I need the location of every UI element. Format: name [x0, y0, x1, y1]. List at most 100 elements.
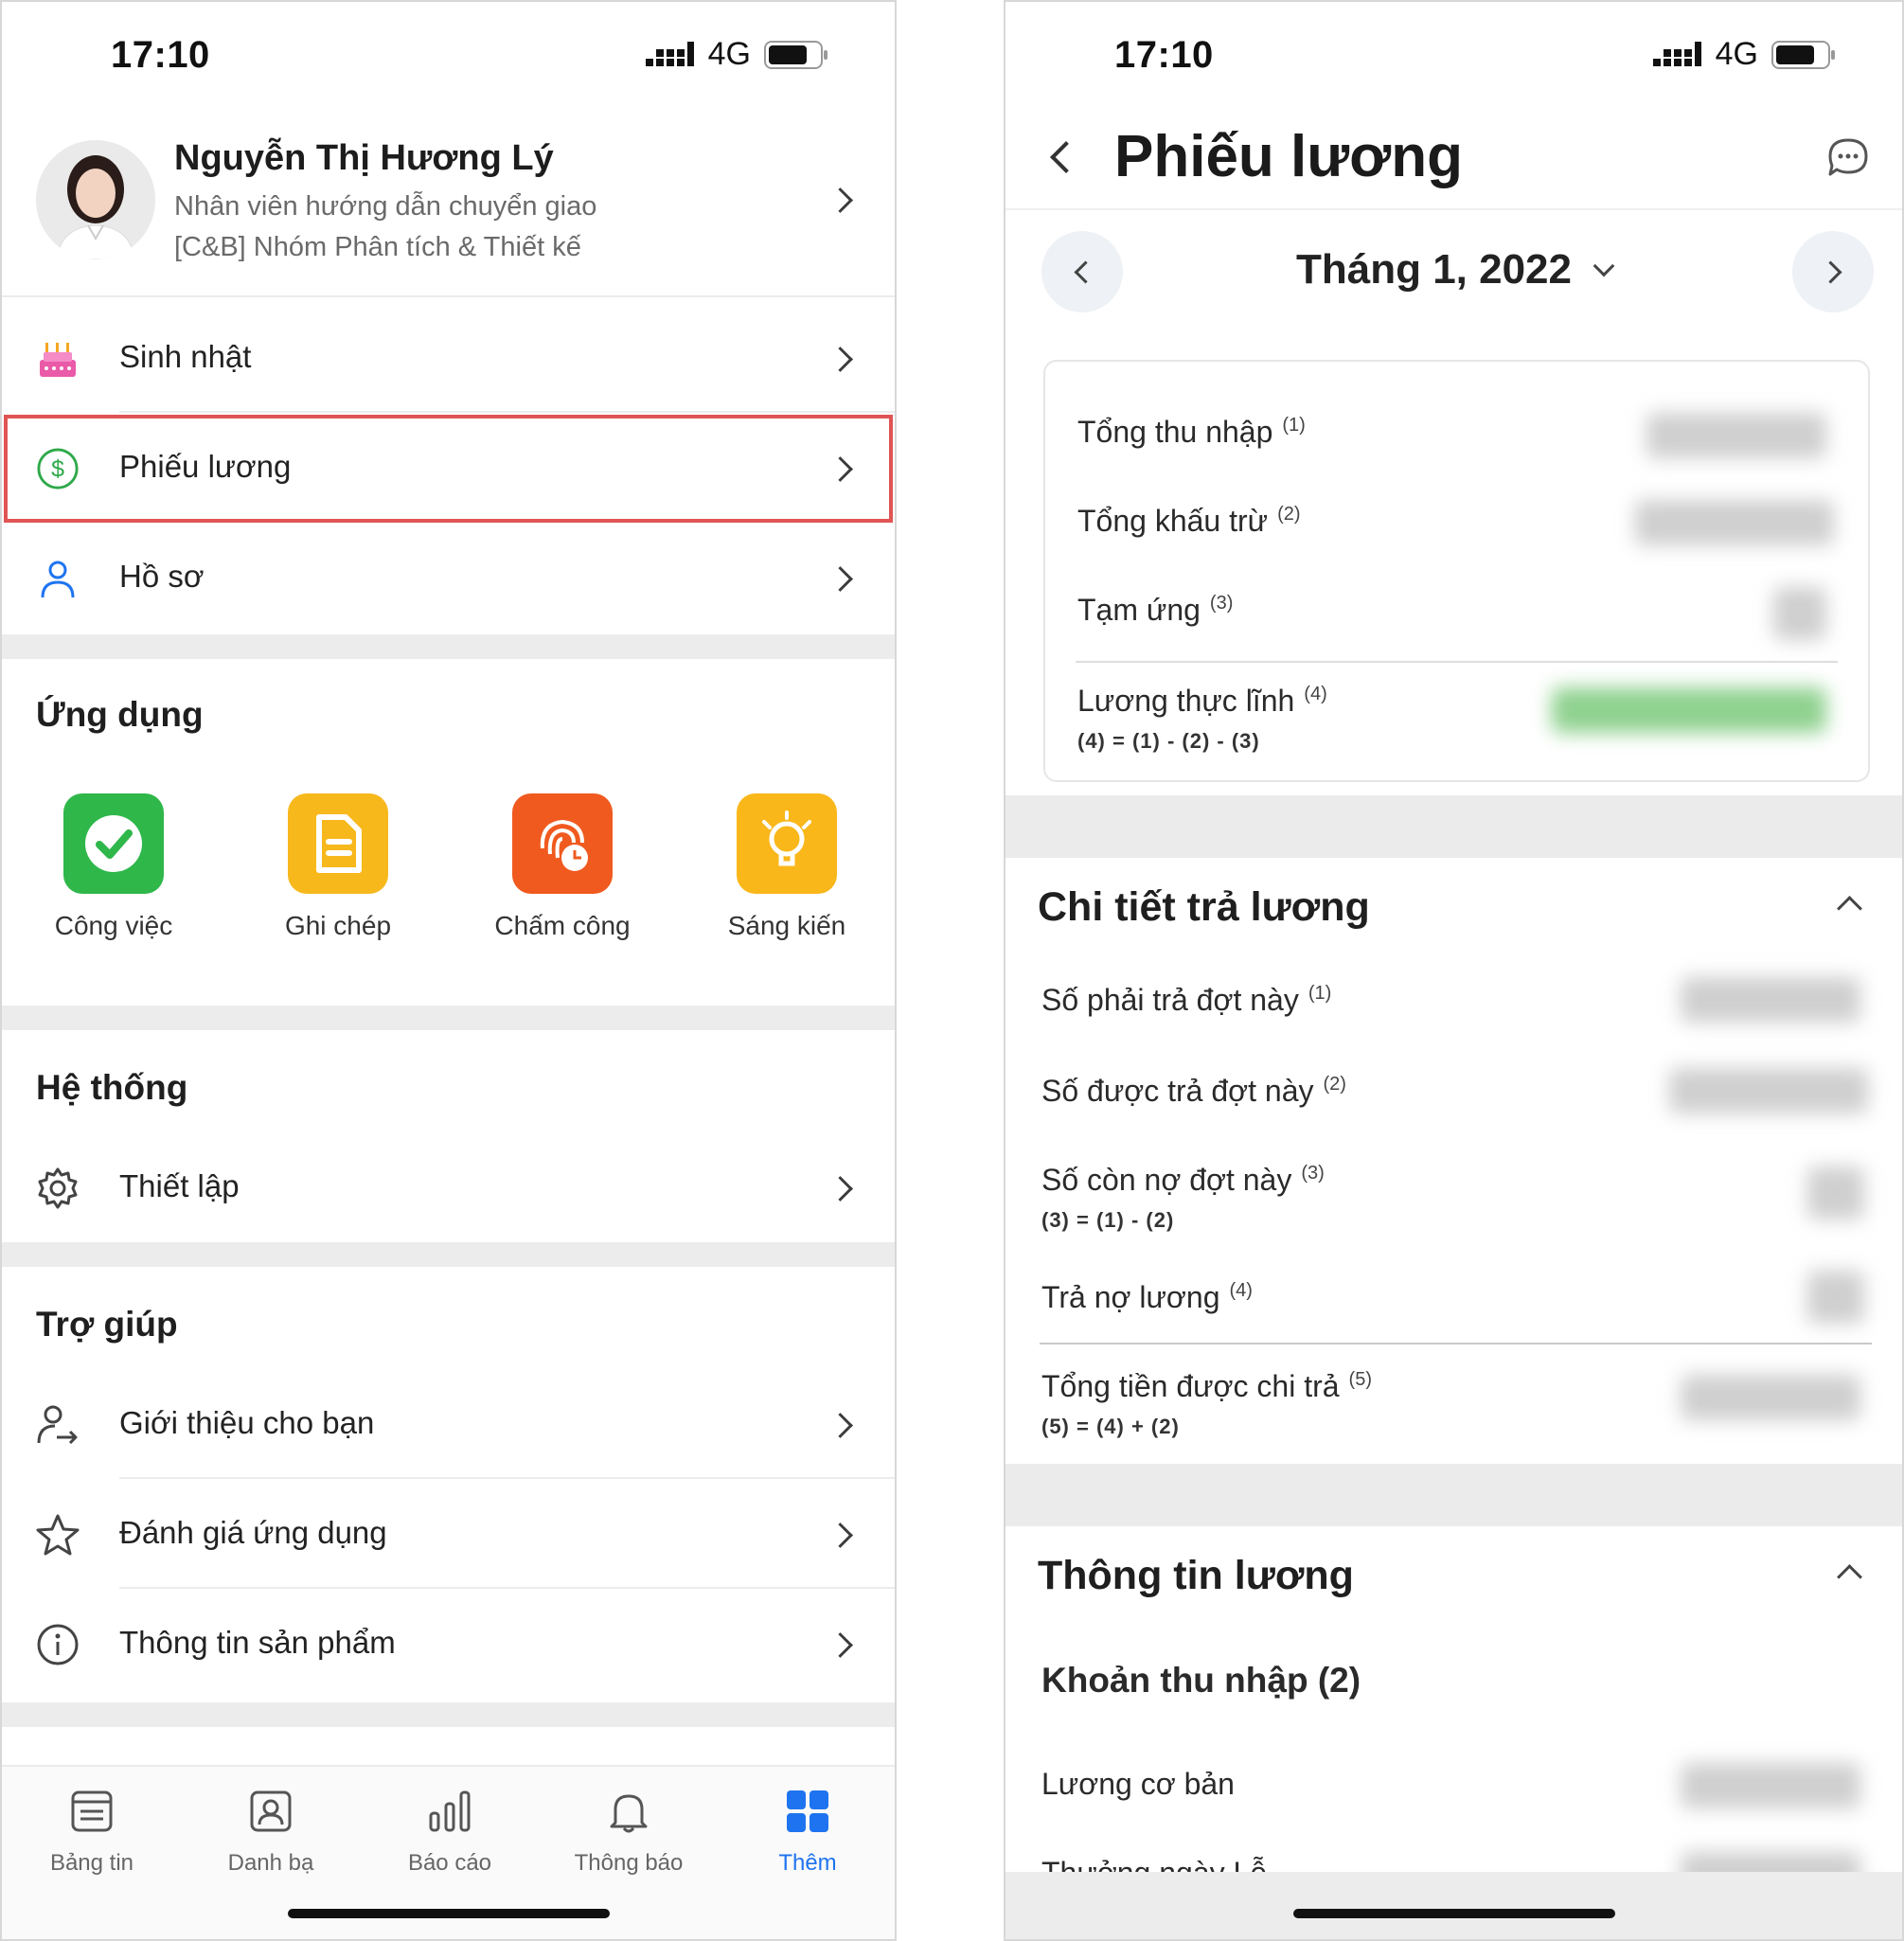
menu-item-product-info[interactable]: Thông tin sản phẩm: [2, 1589, 895, 1699]
app-ideas[interactable]: Sáng kiến: [692, 793, 881, 941]
row-label: Số còn nợ đợt này: [1041, 1163, 1292, 1197]
next-month-button[interactable]: [1792, 231, 1874, 312]
more-screen: 17:10 4G Nguyễn Thị Hương Lý Nhân viên h…: [0, 0, 897, 1941]
section-title-help: Trợ giúp: [36, 1305, 178, 1344]
chevron-right-icon: [827, 1632, 853, 1658]
section-title-system: Hệ thống: [36, 1068, 188, 1107]
summary-card: Tổng thu nhập (1) Tổng khấu trừ (2) Tạm ứn…: [1043, 360, 1870, 782]
menu-item-birthday[interactable]: Sinh nhật: [2, 303, 895, 413]
tab-newsfeed[interactable]: Bảng tin: [2, 1784, 182, 1877]
star-icon: [36, 1513, 80, 1557]
menu-item-refer[interactable]: Giới thiệu cho bạn: [2, 1369, 895, 1479]
menu-item-label: Hồ sơ: [119, 559, 205, 594]
menu-item-rate-app[interactable]: Đánh giá ứng dụng: [2, 1479, 895, 1589]
back-icon[interactable]: [1050, 141, 1082, 173]
menu-item-label: Giới thiệu cho bạn: [119, 1405, 375, 1440]
row-label: Tổng tiền được chi trả: [1041, 1369, 1340, 1403]
tab-reports[interactable]: Báo cáo: [360, 1784, 540, 1877]
tab-label: Báo cáo: [407, 1850, 492, 1876]
gear-icon: [36, 1166, 80, 1210]
fingerprint-clock-icon: [512, 793, 613, 894]
row-note: (1): [1282, 415, 1306, 436]
month-selector: Tháng 1, 2022: [1005, 229, 1902, 314]
chat-icon[interactable]: [1826, 136, 1870, 180]
app-tasks[interactable]: Công việc: [19, 793, 208, 941]
payment-row: Số còn nợ đợt này (3): [1041, 1163, 1325, 1198]
menu-item-label: Thiết lập: [119, 1168, 240, 1203]
row-note: (1): [1308, 983, 1332, 1004]
chevron-up-icon[interactable]: [1837, 1564, 1862, 1590]
row-note: (4): [1229, 1280, 1253, 1301]
income-group-title: Khoản thu nhập (2): [1041, 1661, 1361, 1700]
amount-hidden: [1773, 587, 1826, 640]
app-notes[interactable]: Ghi chép: [243, 793, 433, 941]
row-note: (2): [1323, 1074, 1346, 1095]
checkmark-icon: [63, 793, 164, 894]
newsfeed-icon: [2, 1784, 182, 1839]
app-label: Chấm công: [494, 911, 631, 940]
net-salary-hidden: [1552, 687, 1826, 733]
profile-card[interactable]: Nguyễn Thị Hương Lý Nhân viên hướng dẫn …: [2, 125, 895, 295]
chevron-right-icon: [827, 566, 853, 592]
amount-hidden: [1646, 413, 1826, 458]
home-indicator[interactable]: [1292, 1909, 1615, 1918]
menu-item-settings[interactable]: Thiết lập: [2, 1132, 895, 1242]
status-bar: 17:10 4G: [2, 2, 895, 106]
app-label: Công việc: [54, 911, 173, 940]
row-note: (4): [1304, 684, 1327, 704]
app-attendance[interactable]: Chấm công: [468, 793, 657, 941]
profile-team: [C&B] Nhóm Phân tích & Thiết kế: [174, 232, 581, 262]
home-indicator[interactable]: [287, 1909, 610, 1918]
lightbulb-icon: [737, 793, 837, 894]
row-label: Trả nợ lương: [1041, 1280, 1220, 1314]
chevron-right-icon: [827, 1413, 853, 1438]
menu-item-profile[interactable]: Hồ sơ: [2, 523, 895, 632]
avatar: [36, 140, 155, 259]
chevron-right-icon: [1818, 259, 1842, 284]
row-note: (5): [1348, 1369, 1372, 1390]
contacts-icon: [181, 1784, 361, 1839]
month-dropdown[interactable]: Tháng 1, 2022: [1005, 246, 1902, 294]
menu-item-label: Đánh giá ứng dụng: [119, 1515, 387, 1550]
bar-chart-icon: [360, 1784, 540, 1839]
tab-contacts[interactable]: Danh bạ: [181, 1784, 361, 1877]
chevron-right-icon: [827, 1523, 853, 1548]
nav-bar: Phiếu lương: [1005, 106, 1902, 210]
bell-icon: [539, 1784, 719, 1839]
section-title-apps: Ứng dụng: [36, 695, 204, 734]
info-icon: [36, 1623, 80, 1666]
amount-hidden: [1807, 1271, 1864, 1324]
amount-hidden: [1635, 500, 1834, 545]
highlight-box: [4, 415, 893, 523]
row-note: (3): [1209, 593, 1234, 614]
row-label: Số phải trả đợt này: [1041, 983, 1299, 1017]
row-note: (3): [1301, 1163, 1325, 1184]
tab-more[interactable]: Thêm: [718, 1784, 895, 1877]
profile-role: Nhân viên hướng dẫn chuyển giao: [174, 191, 597, 222]
app-label: Ghi chép: [284, 911, 392, 940]
row-label: Tổng khấu trừ: [1077, 504, 1269, 538]
amount-hidden: [1669, 1068, 1868, 1113]
note-icon: [288, 793, 388, 894]
summary-row: Tạm ứng (3): [1077, 593, 1233, 628]
row-label: Tạm ứng: [1077, 593, 1201, 627]
chevron-right-icon: [827, 347, 853, 372]
tab-label: Thông báo: [574, 1850, 684, 1876]
income-row: Lương cơ bản: [1041, 1767, 1235, 1802]
row-label: Số được trả đợt này: [1041, 1074, 1314, 1108]
app-label: Sáng kiến: [727, 911, 846, 940]
tab-notifications[interactable]: Thông báo: [539, 1784, 719, 1877]
row-label: Tổng thu nhập: [1077, 415, 1273, 449]
chevron-right-icon: [827, 187, 853, 213]
network-type: 4G: [1715, 36, 1758, 72]
section-title-salary-info: Thông tin lương: [1038, 1553, 1354, 1598]
chevron-up-icon[interactable]: [1837, 896, 1862, 921]
amount-hidden: [1681, 1375, 1860, 1420]
signal-icon: [1652, 41, 1701, 66]
payment-row: Số được trả đợt này (2): [1041, 1074, 1346, 1109]
amount-hidden: [1807, 1166, 1864, 1220]
section-title-payment: Chi tiết trả lương: [1038, 884, 1370, 930]
month-label: Tháng 1, 2022: [1295, 246, 1572, 293]
battery-icon: [1771, 40, 1835, 69]
row-label: Lương cơ bản: [1041, 1767, 1235, 1801]
